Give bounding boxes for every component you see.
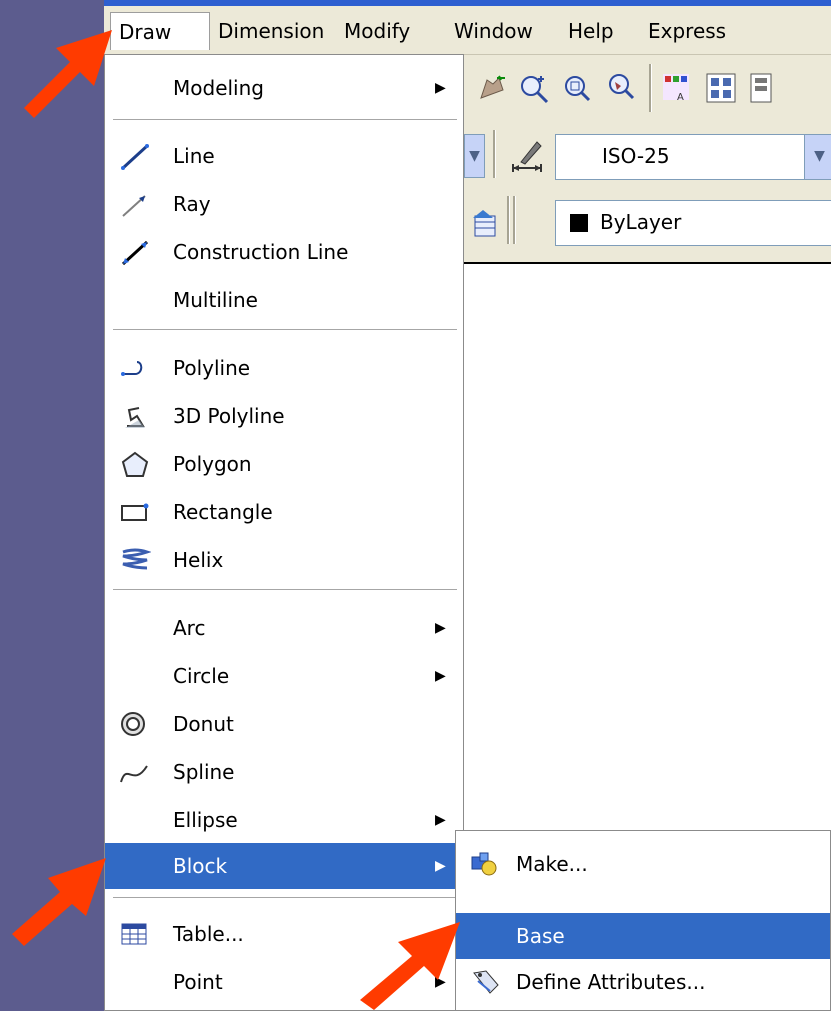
menu-item-rectangle[interactable]: Rectangle <box>105 489 463 535</box>
menu-modify[interactable]: Modify <box>336 12 418 50</box>
menu-express[interactable]: Express <box>640 12 734 50</box>
menu-separator <box>113 897 457 898</box>
submenu-arrow-icon: ▶ <box>435 858 446 874</box>
menu-item-label: Table... <box>173 922 244 946</box>
table-icon <box>121 923 147 945</box>
toolbar-separator <box>649 64 652 112</box>
svg-text:A: A <box>677 92 684 103</box>
construction-line-icon <box>121 240 149 266</box>
ray-icon <box>122 195 146 217</box>
annotation-arrow-draw <box>24 30 112 118</box>
standard-toolbar: A <box>459 58 831 118</box>
chevron-down-icon[interactable]: ▼ <box>804 135 831 179</box>
submenu-arrow-icon: ▶ <box>435 668 446 684</box>
dimension-style-value: ISO-25 <box>602 144 670 168</box>
menu-item-label: Multiline <box>173 288 258 312</box>
menu-item-label: Helix <box>173 548 224 572</box>
menu-item-construction-line[interactable]: Construction Line <box>105 229 463 275</box>
dimension-style-select[interactable]: ISO-25 ▼ <box>555 134 831 180</box>
menu-separator <box>113 119 457 120</box>
menu-item-spline[interactable]: Spline <box>105 749 463 795</box>
menu-item-label: Ray <box>173 192 211 216</box>
autocad-window: Draw Dimension Modify Window Help Expres… <box>104 0 831 1011</box>
menu-item-modeling[interactable]: Modeling ▶ <box>105 65 463 111</box>
rectangle-icon <box>121 503 149 521</box>
properties-icon[interactable]: A <box>659 70 695 106</box>
draw-menu: Modeling ▶ Line Ray Construction Line Mu… <box>104 54 464 1011</box>
menu-item-multiline[interactable]: Multiline <box>105 277 463 323</box>
menu-item-polygon[interactable]: Polygon <box>105 441 463 487</box>
menu-item-polyline[interactable]: Polyline <box>105 345 463 391</box>
menu-window[interactable]: Window <box>446 12 541 50</box>
menu-item-ellipse[interactable]: Ellipse ▶ <box>105 797 463 843</box>
menu-item-ray[interactable]: Ray <box>105 181 463 227</box>
zoom-window-icon[interactable] <box>559 70 595 106</box>
menu-item-donut[interactable]: Donut <box>105 701 463 747</box>
menu-item-label: Ellipse <box>173 808 238 832</box>
make-block-icon <box>471 852 497 876</box>
menu-item-circle[interactable]: Circle ▶ <box>105 653 463 699</box>
menu-item-helix[interactable]: Helix <box>105 537 463 583</box>
toolbar-separator <box>513 196 516 244</box>
submenu-item-base[interactable]: Base <box>456 913 830 959</box>
menu-dimension[interactable]: Dimension <box>210 12 332 50</box>
line-icon <box>121 144 149 170</box>
menu-item-arc[interactable]: Arc ▶ <box>105 605 463 651</box>
menu-bar: Draw Dimension Modify Window Help Expres… <box>104 6 831 55</box>
menu-item-label: Point <box>173 970 223 994</box>
menu-item-block[interactable]: Block ▶ <box>105 843 463 889</box>
design-center-icon[interactable] <box>703 70 739 106</box>
polyline-icon <box>121 361 143 376</box>
menu-item-label: 3D Polyline <box>173 404 285 428</box>
menu-item-line[interactable]: Line <box>105 133 463 179</box>
donut-icon <box>121 712 145 736</box>
annotation-arrow-base <box>360 922 460 1010</box>
submenu-item-make[interactable]: Make... <box>456 841 830 887</box>
polygon-icon <box>121 451 149 477</box>
pan-realtime-icon[interactable] <box>473 70 509 106</box>
menu-help[interactable]: Help <box>560 12 622 50</box>
menu-item-label: Donut <box>173 712 234 736</box>
menu-item-label: Block <box>173 854 228 878</box>
menu-draw[interactable]: Draw <box>110 12 210 50</box>
spline-icon <box>120 765 148 783</box>
dimension-style-icon[interactable] <box>507 136 547 176</box>
helix-icon <box>122 548 151 570</box>
menu-item-label: Modeling <box>173 76 264 100</box>
submenu-item-define-attributes[interactable]: Define Attributes... <box>456 959 830 1005</box>
toolbar-separator <box>507 196 510 244</box>
submenu-arrow-icon: ▶ <box>435 80 446 96</box>
menu-item-label: Arc <box>173 616 206 640</box>
menu-item-label: Polygon <box>173 452 252 476</box>
submenu-item-label: Base <box>516 924 565 948</box>
properties-toolbar: ByLayer <box>459 190 831 254</box>
3d-polyline-icon <box>125 407 145 428</box>
menu-separator <box>113 589 457 590</box>
menu-item-label: Circle <box>173 664 230 688</box>
color-control-value: ByLayer <box>600 210 682 234</box>
tool-palettes-icon[interactable] <box>747 70 783 106</box>
toolbar-separator <box>493 130 496 178</box>
zoom-previous-icon[interactable] <box>603 70 639 106</box>
menu-item-label: Line <box>173 144 215 168</box>
layer-previous-icon[interactable] <box>465 206 501 242</box>
menu-item-label: Construction Line <box>173 240 349 264</box>
menu-item-label: Spline <box>173 760 235 784</box>
menu-item-label: Polyline <box>173 356 251 380</box>
annotation-arrow-block <box>12 858 106 946</box>
color-swatch <box>570 214 588 232</box>
menu-item-label: Rectangle <box>173 500 273 524</box>
color-control-select[interactable]: ByLayer <box>555 200 831 246</box>
menu-item-3d-polyline[interactable]: 3D Polyline <box>105 393 463 439</box>
styles-toolbar: ▼ ISO-25 ▼ <box>451 124 831 184</box>
submenu-arrow-icon: ▶ <box>435 620 446 636</box>
block-submenu: Make... Base Define Attributes... <box>455 830 831 1011</box>
submenu-arrow-icon: ▶ <box>435 812 446 828</box>
define-attributes-icon <box>473 970 499 994</box>
submenu-item-label: Make... <box>516 852 588 876</box>
zoom-realtime-icon[interactable] <box>517 70 553 106</box>
submenu-item-label: Define Attributes... <box>516 970 706 994</box>
menu-separator <box>113 329 457 330</box>
